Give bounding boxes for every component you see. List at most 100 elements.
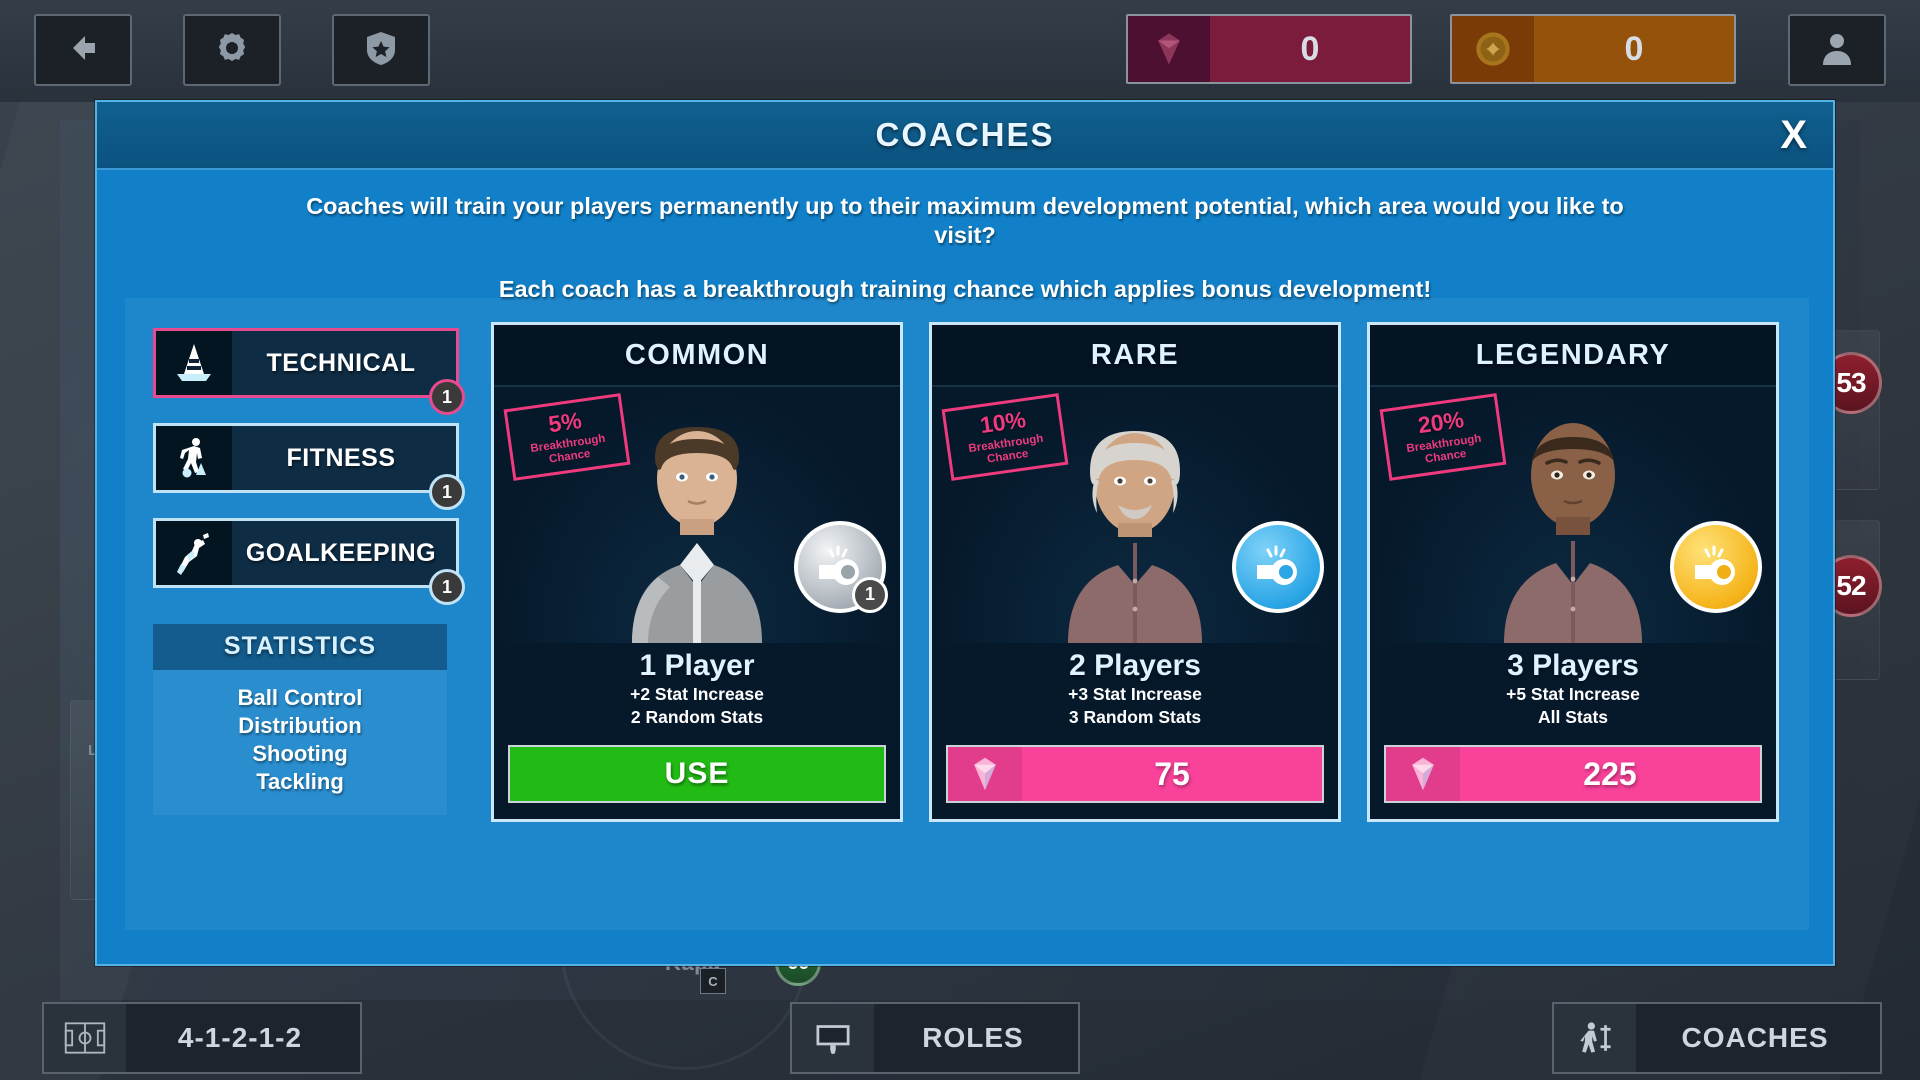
sidebar-item-fitness-label: FITNESS [232,426,456,490]
buy-button-rare[interactable]: 75 [946,745,1324,803]
page-title: COACHES [875,116,1055,153]
card-tier-label: RARE [1090,338,1180,371]
sidebar-item-technical[interactable]: TECHNICAL [153,328,459,398]
coach-portrait-legendary [1504,422,1642,643]
bottom-bar: 4-1-2-1-2 ROLES C COACHES [0,968,1920,1080]
card-info-rare: 2 Players +3 Stat Increase 3 Random Stat… [932,642,1338,733]
settings-button[interactable] [183,14,281,86]
coin-icon [1452,16,1534,82]
card-portrait-legendary: 20% Breakthrough Chance [1370,387,1776,643]
statistics-item: Ball Control [237,685,363,710]
coin-currency[interactable]: 0 [1450,14,1736,84]
coach-card-rare[interactable]: RARE 10% Breakthrough Chance 2 Players +… [929,322,1341,822]
card-header-legendary: LEGENDARY [1370,325,1776,387]
goalkeeper-dive-icon [156,521,232,585]
card-header-common: COMMON [494,325,900,387]
club-button[interactable] [332,14,430,86]
roles-button[interactable]: ROLES [790,1002,1080,1074]
profile-button[interactable] [1788,14,1886,86]
club-crest-icon [361,28,401,73]
breakthrough-percent: 10% [978,405,1028,439]
modal-header: COACHES X [97,102,1833,170]
arrow-left-icon [63,28,103,73]
card-player-count: 1 Player [639,648,755,682]
card-action-legendary: 225 [1370,733,1776,819]
gem-icon [948,747,1022,801]
gear-icon [212,28,252,73]
sidebar-item-fitness[interactable]: FITNESS [153,423,459,493]
whistle-icon [1249,535,1307,598]
coach-cards: COMMON 5% Breakthrough Chance 1 1 Player… [477,298,1809,930]
card-player-count: 3 Players [1507,648,1639,682]
sidebar-item-fitness-badge: 1 [429,474,465,510]
whistle-icon [1687,535,1745,598]
owned-count-badge: 1 [852,576,888,613]
card-stat-increase: +3 Stat Increase [1068,683,1202,704]
close-icon[interactable]: X [1780,115,1807,155]
card-action-common: USE [494,733,900,819]
card-info-common: 1 Player +2 Stat Increase 2 Random Stats [494,642,900,733]
card-stat-increase: +2 Stat Increase [630,683,764,704]
player-dribble-icon [156,426,232,490]
keyboard-chip: C [700,968,726,994]
sidebar-item-technical-label: TECHNICAL [232,331,456,395]
card-info-legendary: 3 Players +5 Stat Increase All Stats [1370,642,1776,733]
statistics-item: Shooting [252,741,348,767]
rarity-badge-common: 1 [794,520,888,613]
rarity-badge-rare [1232,520,1324,613]
coach-icon [1554,1004,1636,1072]
statistics-title: STATISTICS [153,624,447,670]
sidebar-item-goalkeeping-wrap: GOALKEEPING 1 [153,518,473,605]
coin-amount: 0 [1534,16,1734,82]
coaches-button[interactable]: COACHES [1552,1002,1882,1074]
sidebar-item-technical-wrap: TECHNICAL 1 [153,328,473,415]
sidebar-item-goalkeeping-badge: 1 [429,569,465,605]
description-primary: Coaches will train your players permanen… [306,193,1624,248]
card-stat-scope: 3 Random Stats [1068,706,1202,727]
coach-card-legendary[interactable]: LEGENDARY 20% Breakthrough Chance 3 Play… [1367,322,1779,822]
statistics-item: Tackling [256,769,344,795]
coach-portrait-rare [1068,430,1202,643]
use-button[interactable]: USE [508,745,886,803]
buy-button-legendary[interactable]: 225 [1384,745,1762,803]
game-screen: 53 52 Enilawa Benjumu Joca Kapa GK 58 90… [0,0,1920,1080]
card-stat-scope: All Stats [1537,706,1609,727]
formation-label: 4-1-2-1-2 [177,1022,303,1053]
sidebar-item-goalkeeping[interactable]: GOALKEEPING [153,518,459,588]
coaches-label: COACHES [1681,1022,1829,1053]
modal-description: Coaches will train your players permanen… [97,170,1833,304]
rarity-badge-legendary [1670,520,1762,613]
statistics-panel: STATISTICS Ball Control Distribution Sho… [153,624,447,815]
card-header-rare: RARE [932,325,1338,387]
gem-amount: 0 [1210,16,1410,82]
back-button[interactable] [34,14,132,86]
card-tier-label: LEGENDARY [1475,338,1671,371]
statistics-list: Ball Control Distribution Shooting Tackl… [153,670,447,815]
roles-label: ROLES [922,1022,1024,1053]
card-player-count: 2 Players [1069,648,1201,682]
sidebar-item-fitness-wrap: FITNESS 1 [153,423,473,510]
top-bar: 0 0 [0,0,1920,102]
gem-icon [1386,747,1460,801]
gem-currency[interactable]: 0 [1126,14,1412,84]
formation-button[interactable]: 4-1-2-1-2 [42,1002,362,1074]
price-value: 225 [1583,755,1637,792]
card-action-rare: 75 [932,733,1338,819]
coaches-modal: COACHES X Coaches will train your player… [95,100,1835,966]
coach-card-common[interactable]: COMMON 5% Breakthrough Chance 1 1 Player… [491,322,903,822]
price-value: 75 [1154,755,1190,792]
breakthrough-percent: 5% [546,406,584,438]
statistics-item: Distribution [238,713,362,739]
tactics-board-icon [792,1004,874,1072]
coach-portrait-common [632,426,762,643]
gem-icon [1128,16,1210,82]
pitch-icon [44,1004,126,1072]
modal-body: TECHNICAL 1 FITNESS 1 GOALKEEPING 1 STAT… [125,298,1809,930]
sidebar-item-goalkeeping-label: GOALKEEPING [232,521,456,585]
sidebar-item-technical-badge: 1 [429,379,465,415]
card-stat-increase: +5 Stat Increase [1506,683,1640,704]
card-portrait-common: 5% Breakthrough Chance 1 [494,387,900,643]
card-portrait-rare: 10% Breakthrough Chance [932,387,1338,643]
card-stat-scope: 2 Random Stats [630,706,764,727]
card-tier-label: COMMON [624,338,770,371]
